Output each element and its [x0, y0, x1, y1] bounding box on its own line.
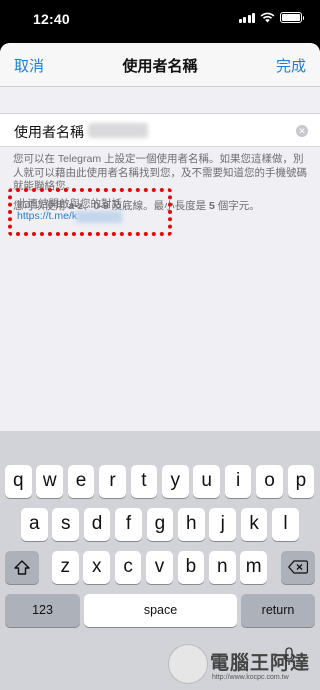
key-t[interactable]: t	[130, 465, 158, 498]
backspace-key[interactable]	[281, 551, 315, 584]
key-w[interactable]: w	[36, 465, 63, 498]
battery-icon	[280, 12, 304, 23]
watermark-text: 電腦王阿達	[210, 652, 311, 674]
page-title: 使用者名稱	[122, 58, 198, 75]
return-key[interactable]: return	[241, 594, 315, 627]
key-q[interactable]: q	[5, 465, 32, 498]
backspace-icon	[288, 560, 309, 574]
key-j[interactable]: j	[209, 508, 236, 541]
watermark-face-logo	[168, 644, 208, 684]
clear-icon[interactable]: ✕	[296, 125, 308, 137]
key-m[interactable]: m	[240, 551, 267, 584]
username-field[interactable]: 使用者名稱 ✕	[0, 113, 320, 147]
key-k[interactable]: k	[240, 508, 268, 541]
wifi-icon	[260, 12, 275, 23]
status-time: 12:40	[33, 11, 70, 27]
key-l[interactable]: l	[272, 508, 299, 541]
key-c[interactable]: c	[114, 551, 142, 584]
key-p[interactable]: p	[287, 465, 315, 498]
done-button[interactable]: 完成	[276, 55, 306, 76]
key-x[interactable]: x	[83, 551, 110, 584]
key-h[interactable]: h	[178, 508, 205, 541]
key-o[interactable]: o	[256, 465, 283, 498]
key-n[interactable]: n	[209, 551, 236, 584]
key-u[interactable]: u	[193, 465, 220, 498]
key-f[interactable]: f	[115, 508, 142, 541]
profile-link[interactable]: https://t.me/k	[17, 210, 77, 222]
key-d[interactable]: d	[83, 508, 111, 541]
shift-key[interactable]	[5, 551, 39, 584]
key-a[interactable]: a	[21, 508, 48, 541]
key-y[interactable]: y	[162, 465, 189, 498]
cellular-signal-icon	[238, 12, 255, 23]
keyboard: 123 space return 電腦王阿達 http://www.kocpc.…	[0, 431, 320, 690]
key-z[interactable]: z	[52, 551, 79, 584]
link-label: 此連結開啟與您的對話：	[17, 198, 133, 210]
key-e[interactable]: e	[67, 465, 95, 498]
status-bar: 12:40	[0, 0, 320, 38]
username-field-label: 使用者名稱	[14, 124, 84, 140]
highlighted-link-box: 此連結開啟與您的對話： https://t.me/k	[8, 188, 172, 236]
watermark-url: http://www.kocpc.com.tw	[212, 674, 289, 681]
key-b[interactable]: b	[177, 551, 205, 584]
key-v[interactable]: v	[146, 551, 173, 584]
shift-arrow-icon	[14, 560, 30, 575]
key-i[interactable]: i	[224, 465, 252, 498]
key-s[interactable]: s	[52, 508, 79, 541]
link-redacted	[76, 211, 122, 223]
space-key[interactable]: space	[84, 594, 237, 627]
nav-bar: 取消 使用者名稱 完成	[0, 43, 320, 87]
microphone-icon[interactable]	[283, 647, 295, 667]
key-g[interactable]: g	[146, 508, 174, 541]
username-value-redacted[interactable]	[88, 123, 148, 138]
key-r[interactable]: r	[99, 465, 126, 498]
status-icons	[238, 12, 304, 23]
numbers-key[interactable]: 123	[5, 594, 80, 627]
